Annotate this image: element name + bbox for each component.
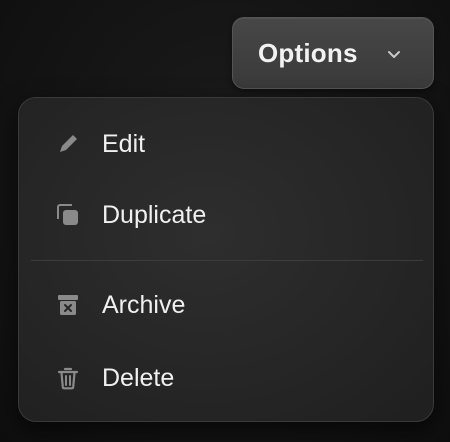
- trash-icon: [55, 365, 81, 391]
- pencil-icon: [55, 131, 81, 157]
- stage: Options Edit Duplicate Archive Delete: [0, 0, 450, 442]
- menu-divider: [31, 260, 423, 261]
- archive-icon: [55, 292, 81, 318]
- menu-item-label: Edit: [102, 129, 146, 158]
- options-dropdown-button[interactable]: Options: [232, 17, 434, 89]
- menu-item-label: Delete: [102, 363, 175, 392]
- menu-item-edit[interactable]: Edit: [31, 111, 423, 177]
- menu-item-label: Duplicate: [102, 200, 207, 229]
- menu-item-label: Archive: [102, 290, 186, 319]
- options-button-label: Options: [258, 37, 358, 68]
- chevron-down-icon: [388, 51, 400, 58]
- menu-item-duplicate[interactable]: Duplicate: [31, 182, 423, 248]
- copy-icon: [55, 202, 81, 228]
- menu-item-archive[interactable]: Archive: [31, 272, 423, 338]
- options-menu: Edit Duplicate Archive Delete: [18, 97, 434, 422]
- menu-item-delete[interactable]: Delete: [31, 345, 423, 411]
